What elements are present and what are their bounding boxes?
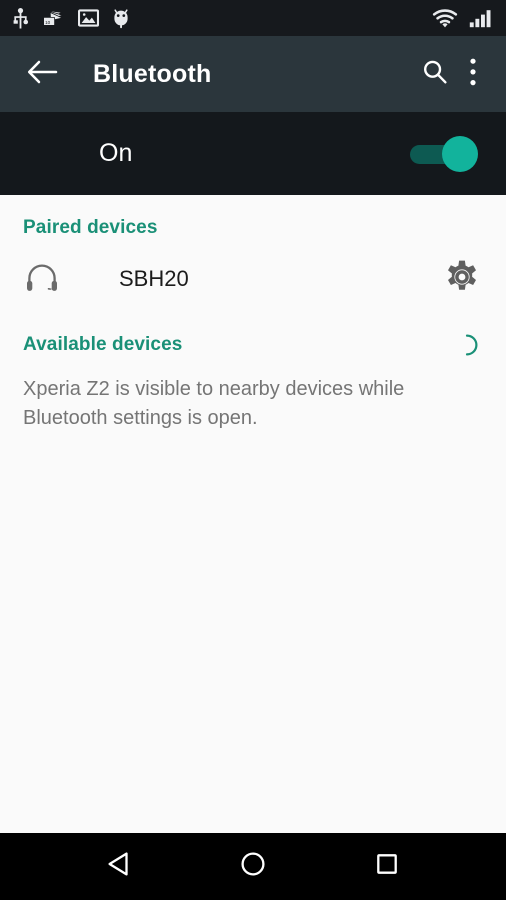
photo-icon	[77, 9, 100, 27]
visibility-note: Xperia Z2 is visible to nearby devices w…	[23, 378, 405, 429]
bluetooth-toggle-switch[interactable]	[410, 135, 478, 172]
usb-icon	[12, 7, 29, 29]
loading-spinner-icon	[455, 333, 479, 357]
square-recents-icon	[374, 851, 400, 882]
back-button[interactable]	[24, 56, 60, 92]
paired-devices-header: Paired devices	[23, 217, 158, 238]
headset-icon	[24, 262, 72, 296]
cards-fan-icon: 10	[42, 8, 65, 29]
nav-home-button[interactable]	[223, 841, 283, 893]
page-title: Bluetooth	[93, 59, 212, 88]
overflow-menu-button[interactable]	[456, 53, 490, 95]
wifi-icon	[432, 8, 458, 28]
bluetooth-state-label: On	[99, 139, 133, 167]
nav-back-button[interactable]	[89, 841, 149, 893]
device-name: SBH20	[119, 266, 189, 291]
available-devices-header-row: Available devices	[0, 328, 506, 362]
app-bar: Bluetooth	[0, 36, 506, 112]
bluetooth-toggle-row[interactable]: On	[0, 112, 506, 195]
status-bar-left-icons: 10	[12, 7, 432, 29]
arrow-back-icon	[27, 59, 58, 90]
cellular-signal-icon	[469, 9, 492, 28]
bluetooth-settings-screen: 10 Bluetooth On Paired devices SBH20 Ava…	[0, 0, 506, 900]
content-area: Paired devices SBH20 Available devices X…	[0, 195, 506, 833]
system-navigation-bar	[0, 833, 506, 900]
more-vert-icon	[469, 57, 477, 92]
gear-icon	[443, 258, 481, 301]
device-settings-button[interactable]	[440, 257, 484, 301]
status-bar: 10	[0, 0, 506, 36]
status-bar-right-icons	[432, 8, 492, 28]
switch-thumb	[442, 135, 478, 172]
search-icon	[421, 58, 449, 91]
circle-home-icon	[239, 850, 267, 883]
android-mascot-icon	[112, 8, 130, 29]
available-devices-header: Available devices	[23, 334, 183, 355]
nav-recents-button[interactable]	[357, 841, 417, 893]
search-button[interactable]	[414, 53, 456, 95]
svg-text:10: 10	[45, 20, 51, 25]
paired-device-row[interactable]: SBH20	[0, 247, 506, 311]
triangle-back-icon	[106, 850, 132, 883]
